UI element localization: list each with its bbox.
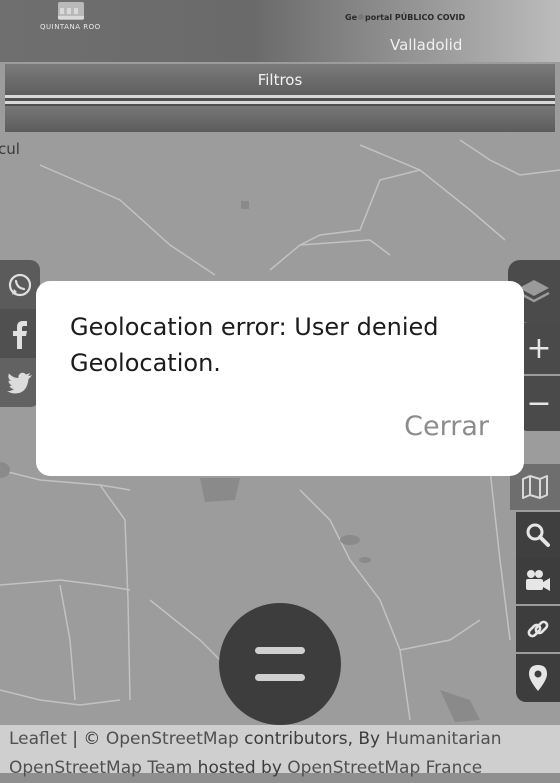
- dialog-message: Geolocation error: User denied Geolocati…: [70, 313, 439, 377]
- geolocation-error-dialog: Geolocation error: User denied Geolocati…: [36, 281, 524, 476]
- dialog-overlay: Geolocation error: User denied Geolocati…: [0, 0, 560, 773]
- close-dialog-button[interactable]: Cerrar: [404, 411, 489, 442]
